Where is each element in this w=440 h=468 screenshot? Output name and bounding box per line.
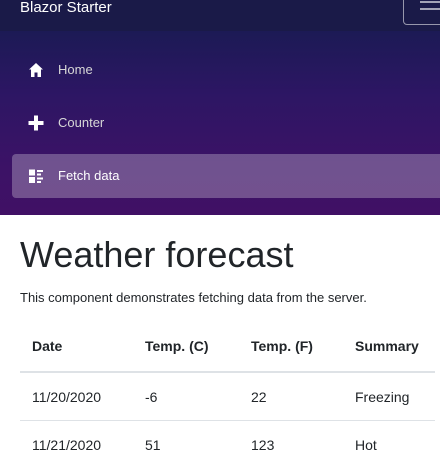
sidebar-item-counter[interactable]: Counter (12, 101, 440, 145)
table-row: 11/21/2020 51 123 Hot (20, 421, 435, 468)
table-header-row: Date Temp. (C) Temp. (F) Summary (20, 321, 435, 372)
cell-temp-c: -6 (133, 372, 239, 421)
cell-temp-f: 22 (239, 372, 343, 421)
sidebar: Home Counter Fetch data (0, 31, 440, 215)
cell-temp-c: 51 (133, 421, 239, 468)
menu-toggle-button[interactable] (403, 0, 440, 25)
page-description: This component demonstrates fetching dat… (20, 290, 367, 306)
page-title: Weather forecast (20, 232, 293, 278)
cell-summary: Freezing (343, 372, 435, 421)
column-header-temp-f: Temp. (F) (239, 321, 343, 372)
hamburger-icon (420, 8, 440, 10)
column-header-temp-c: Temp. (C) (133, 321, 239, 372)
cell-date: 11/21/2020 (20, 421, 133, 468)
home-icon (28, 62, 44, 78)
cell-summary: Hot (343, 421, 435, 468)
sidebar-item-fetch-data[interactable]: Fetch data (12, 154, 440, 198)
cell-date: 11/20/2020 (20, 372, 133, 421)
cell-temp-f: 123 (239, 421, 343, 468)
sidebar-item-label: Counter (58, 115, 104, 131)
brand-title[interactable]: Blazor Starter (20, 0, 112, 17)
top-row: Blazor Starter (0, 0, 440, 31)
column-header-summary: Summary (343, 321, 435, 372)
sidebar-item-label: Fetch data (58, 168, 119, 184)
sidebar-item-label: Home (58, 62, 93, 78)
list-rich-icon (28, 168, 44, 184)
sidebar-item-home[interactable]: Home (12, 48, 440, 92)
table-row: 11/20/2020 -6 22 Freezing (20, 372, 435, 421)
column-header-date: Date (20, 321, 133, 372)
hamburger-icon (420, 1, 440, 3)
forecast-table: Date Temp. (C) Temp. (F) Summary 11/20/2… (20, 321, 435, 468)
plus-icon (28, 115, 44, 131)
